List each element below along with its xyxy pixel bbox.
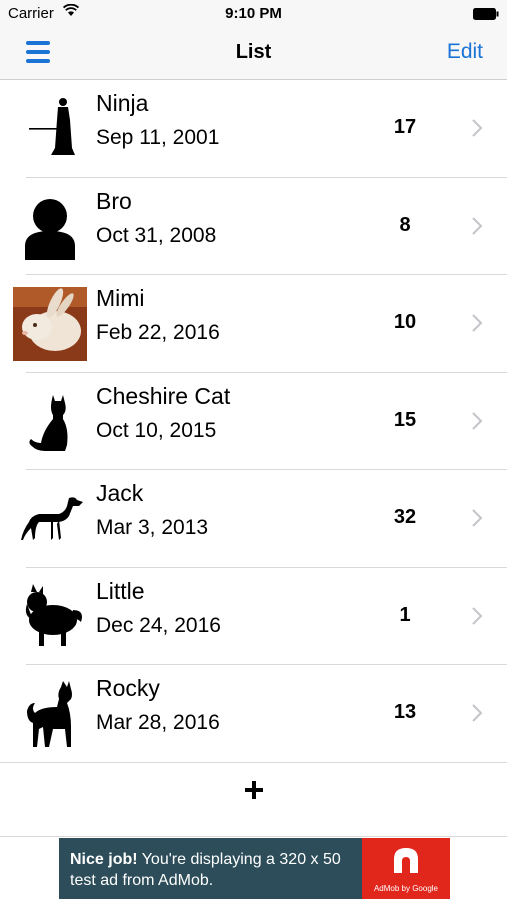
item-name: Bro	[96, 187, 132, 214]
item-count: 8	[399, 213, 411, 236]
list-item[interactable]: Mimi Feb 22, 2016 10	[0, 275, 507, 373]
item-name: Mimi	[96, 285, 145, 311]
admob-logo-icon	[394, 848, 418, 873]
item-count: 10	[393, 311, 417, 333]
admob-logo-text: AdMob by Google	[373, 884, 439, 893]
item-name: Rocky	[96, 675, 160, 701]
person-silhouette-icon	[13, 190, 87, 264]
shiba-silhouette-icon	[13, 677, 87, 751]
ad-body-line-2: test ad from AdMob.	[70, 872, 214, 889]
entries-list: Ninja Sep 11, 2001 17 Bro Oct 31, 2008 8	[0, 80, 507, 763]
ad-text: Nice job! You're displaying a 320 x 50 te…	[70, 849, 360, 891]
add-bar	[0, 742, 507, 837]
item-date: Dec 24, 2016	[96, 613, 221, 637]
item-date: Oct 31, 2008	[96, 223, 217, 247]
list-item[interactable]: Bro Oct 31, 2008 8	[0, 178, 507, 275]
item-name: Cheshire Cat	[96, 382, 231, 409]
list-item[interactable]: Ninja Sep 11, 2001 17	[0, 80, 507, 178]
item-name: Jack	[96, 480, 144, 506]
cat-silhouette-icon	[13, 385, 87, 459]
item-date: Feb 22, 2016	[96, 321, 220, 344]
add-button[interactable]	[243, 779, 265, 801]
item-date: Mar 28, 2016	[96, 711, 220, 734]
status-bar: Carrier 9:10 PM	[0, 0, 507, 28]
list-item[interactable]: Cheshire Cat Oct 10, 2015 15	[0, 373, 507, 470]
rabbit-photo	[13, 287, 87, 361]
ninja-silhouette-icon	[13, 92, 87, 166]
admob-logo: AdMob by Google	[362, 838, 450, 899]
chevron-right-icon	[472, 119, 483, 137]
item-name: Ninja	[96, 90, 149, 116]
page-title: List	[235, 41, 272, 63]
ad-banner[interactable]: Nice job! You're displaying a 320 x 50 te…	[59, 838, 450, 899]
item-count: 17	[393, 116, 417, 138]
edit-button[interactable]: Edit	[447, 40, 483, 64]
ad-body-line-1: You're displaying a 320 x 50	[137, 851, 341, 868]
battery-icon	[473, 8, 499, 20]
item-count: 32	[393, 506, 417, 528]
chevron-right-icon	[472, 314, 483, 332]
item-date: Sep 11, 2001	[96, 126, 220, 149]
chevron-right-icon	[472, 509, 483, 527]
item-count: 13	[393, 701, 417, 723]
item-count: 1	[399, 603, 411, 626]
list-item[interactable]: Jack Mar 3, 2013 32	[0, 470, 507, 568]
item-date: Mar 3, 2013	[96, 516, 209, 539]
chevron-right-icon	[472, 704, 483, 722]
dog-silhouette-icon	[13, 482, 87, 556]
item-count: 15	[393, 408, 417, 431]
status-time: 9:10 PM	[225, 5, 282, 22]
chevron-right-icon	[472, 411, 483, 430]
chevron-right-icon	[472, 216, 483, 235]
navigation-bar: List Edit	[0, 28, 507, 80]
item-name: Little	[96, 577, 145, 604]
fluffy-dog-silhouette-icon	[13, 580, 87, 654]
chevron-right-icon	[472, 606, 483, 625]
list-item[interactable]: Little Dec 24, 2016 1	[0, 568, 507, 665]
item-date: Oct 10, 2015	[96, 418, 217, 442]
ad-headline: Nice job!	[70, 851, 138, 868]
